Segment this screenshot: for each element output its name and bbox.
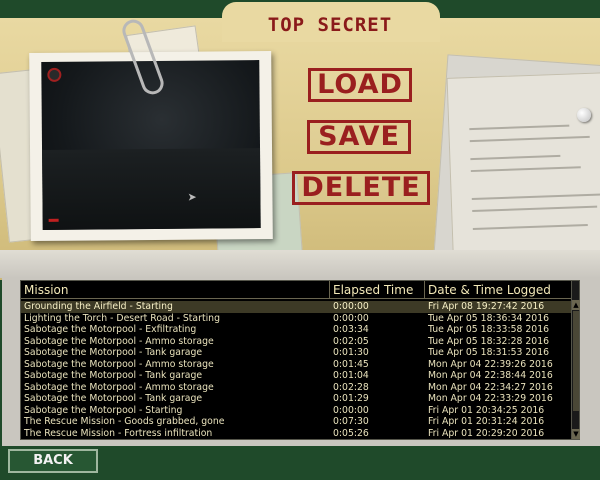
table-row[interactable]: Grounding the Airfield - Starting 0:00:00… [21,301,572,313]
date-time-cell: Mon Apr 04 22:33:29 2016 [428,393,553,404]
date-time-cell: Fri Apr 01 20:29:20 2016 [428,427,545,439]
document-front [446,72,600,278]
date-time-cell: Fri Apr 01 20:34:25 2016 [428,404,545,416]
elapsed-time-cell: 0:02:28 [333,381,369,393]
list-paper-edge [0,250,600,278]
back-button[interactable]: BACK [8,449,98,473]
table-row[interactable]: Lighting the Torch - Desert Road - Start… [21,313,572,325]
elapsed-time-cell: 0:05:26 [333,427,369,439]
table-row[interactable]: Sabotage the Motorpool - Tank garage 0:01… [21,347,572,359]
elapsed-time-cell: 0:01:30 [333,347,369,358]
typed-line [469,124,570,131]
date-time-cell: Tue Apr 05 18:32:28 2016 [428,335,550,347]
load-button[interactable]: LOAD [308,68,412,102]
table-row[interactable]: Sabotage the Motorpool - Ammo storage 0:0… [21,359,572,371]
mission-cell: Sabotage the Motorpool - Exfiltrating [24,324,197,335]
mission-cell: Sabotage the Motorpool - Tank garage [24,370,203,381]
cursor-icon: ➤ [187,190,197,204]
save-list[interactable]: Mission Elapsed Time Date & Time Logged … [20,280,580,440]
scroll-up-arrow-icon[interactable]: ▲ [572,300,580,310]
typed-line [471,193,600,201]
date-time-cell: Mon Apr 04 22:38:44 2016 [428,370,553,381]
elapsed-time-cell: 0:00:00 [333,404,369,416]
elapsed-time-cell: 0:02:05 [333,335,369,347]
table-row[interactable]: Sabotage the Motorpool - Ammo storage 0:0… [21,382,572,394]
mission-cell: Lighting the Torch - Desert Road - Start… [24,312,220,324]
mission-cell: Grounding the Airfield - Starting [24,301,173,312]
typed-line [470,154,561,161]
mission-cell: Sabotage the Motorpool - Tank garage [24,393,203,404]
elapsed-time-cell: 0:07:30 [333,416,369,427]
table-row[interactable]: Sabotage the Motorpool - Ammo storage 0:0… [21,336,572,348]
mission-cell: Sabotage the Motorpool - Ammo storage [24,381,214,393]
save-button[interactable]: SAVE [307,120,411,154]
column-header-elapsed-time[interactable]: Elapsed Time [330,281,425,299]
scroll-down-arrow-icon[interactable]: ▼ [572,429,580,439]
date-time-cell: Mon Apr 04 22:39:26 2016 [428,358,553,370]
table-row[interactable]: Sabotage the Motorpool - Exfiltrating 0:0… [21,324,572,336]
date-time-cell: Tue Apr 05 18:33:58 2016 [428,324,550,335]
page-title: TOP SECRET [267,14,393,36]
mission-cell: The Rescue Mission - Goods grabbed, gone [24,416,225,427]
date-time-cell: Tue Apr 05 18:36:34 2016 [428,312,550,324]
table-header: Mission Elapsed Time Date & Time Logged [21,281,572,299]
mission-cell: Sabotage the Motorpool - Tank garage [24,347,203,358]
column-header-mission[interactable]: Mission [21,281,330,299]
mission-cell: Sabotage the Motorpool - Ammo storage [24,335,214,347]
pushpin-icon [577,108,591,122]
elapsed-time-cell: 0:00:00 [333,312,369,324]
delete-button[interactable]: DELETE [292,171,430,205]
preview-ground [42,148,261,230]
table-row[interactable]: Sabotage the Motorpool - Tank garage 0:01… [21,393,572,405]
date-time-cell: Fri Apr 08 19:27:42 2016 [428,301,545,312]
table-body: Grounding the Airfield - Starting 0:00:00… [21,301,572,439]
mission-cell: Sabotage the Motorpool - Ammo storage [24,358,214,370]
health-bar [48,218,59,222]
table-row[interactable]: Sabotage the Motorpool - Tank garage 0:01… [21,370,572,382]
table-row[interactable]: The Rescue Mission - Fortress infiltrati… [21,428,572,440]
elapsed-time-cell: 0:01:04 [333,370,369,381]
date-time-cell: Fri Apr 01 20:31:24 2016 [428,416,545,427]
date-time-cell: Mon Apr 04 22:34:27 2016 [428,381,553,393]
elapsed-time-cell: 0:00:00 [333,301,369,312]
column-header-date-time[interactable]: Date & Time Logged [425,281,572,299]
scrollbar-thumb[interactable] [573,311,579,411]
compass-icon [47,67,62,82]
elapsed-time-cell: 0:01:45 [333,358,369,370]
mission-cell: Sabotage the Motorpool - Starting [24,404,183,416]
mission-cell: The Rescue Mission - Fortress infiltrati… [24,427,213,439]
date-time-cell: Tue Apr 05 18:31:53 2016 [428,347,550,358]
elapsed-time-cell: 0:01:29 [333,393,369,404]
elapsed-time-cell: 0:03:34 [333,324,369,335]
table-row[interactable]: Sabotage the Motorpool - Starting 0:00:00… [21,405,572,417]
typed-line [470,166,581,173]
typed-line [472,224,588,231]
typed-line [469,135,590,143]
scrollbar[interactable]: ▲ ▼ [571,281,580,439]
table-row[interactable]: The Rescue Mission - Goods grabbed, gone… [21,416,572,428]
typed-line [472,205,598,213]
